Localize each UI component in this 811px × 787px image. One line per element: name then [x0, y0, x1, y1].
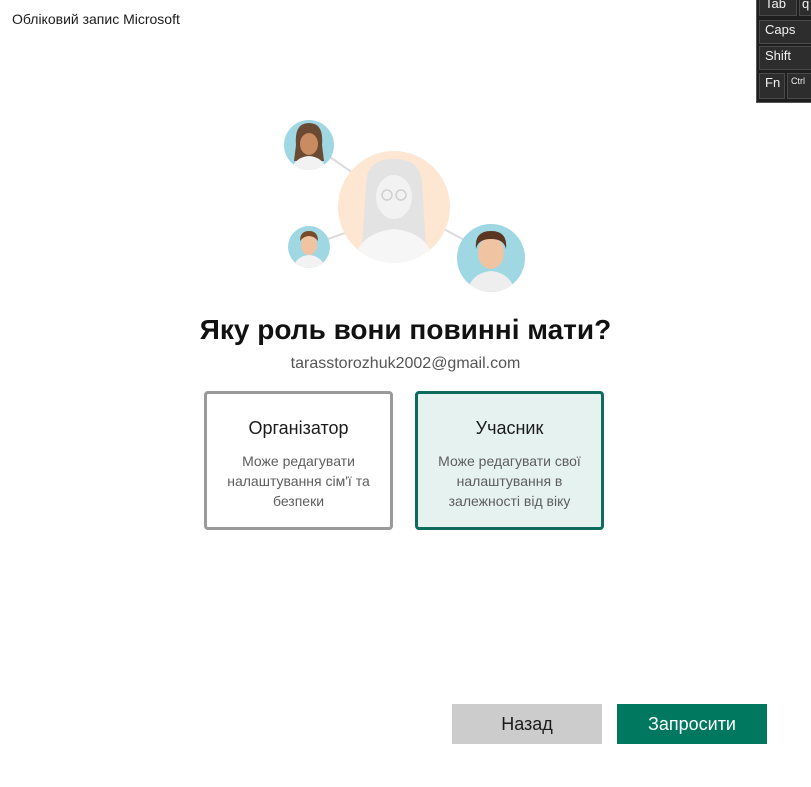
on-screen-keyboard: Tab q Caps Shift Fn Ctrl: [756, 0, 811, 103]
key-caps[interactable]: Caps: [759, 20, 811, 44]
invitee-email: tarasstorozhuk2002@gmail.com: [290, 355, 521, 372]
center-avatar: [338, 151, 450, 263]
role-question-heading: Яку роль вони повинні мати?: [199, 314, 612, 345]
avatar-man: [457, 224, 525, 292]
role-card-member[interactable]: Учасник Може редагувати свої налаштуванн…: [415, 391, 604, 530]
family-illustration: [280, 115, 530, 300]
avatar-woman: [284, 120, 334, 170]
role-card-description: Може редагувати свої налаштування в зале…: [438, 453, 581, 509]
role-card-title: Організатор: [248, 418, 349, 438]
key-shift[interactable]: Shift: [759, 46, 811, 70]
back-button[interactable]: Назад: [452, 704, 602, 744]
role-card-organizer[interactable]: Організатор Може редагувати налаштування…: [204, 391, 393, 530]
window-title: Обліковий запис Microsoft: [12, 11, 180, 27]
role-card-title: Учасник: [475, 418, 544, 438]
role-card-description: Може редагувати налаштування сім'ї та бе…: [227, 453, 370, 509]
key-q[interactable]: q: [799, 0, 811, 16]
invite-button[interactable]: Запросити: [617, 704, 767, 744]
family-avatars-graphic: [284, 120, 525, 292]
key-fn[interactable]: Fn: [759, 73, 785, 99]
key-ctrl[interactable]: Ctrl: [787, 73, 811, 99]
key-tab[interactable]: Tab: [759, 0, 797, 16]
avatar-boy: [288, 226, 330, 268]
